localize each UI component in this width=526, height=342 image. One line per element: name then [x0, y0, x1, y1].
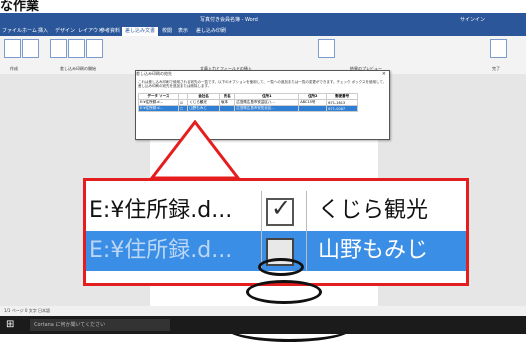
- zoom-row-1: E:¥住所録.d... ✓ くじら観光: [86, 191, 466, 231]
- divider: [261, 191, 262, 231]
- tab-mailmerge[interactable]: 差し込み印刷: [196, 27, 226, 34]
- tab-view[interactable]: 表示: [178, 27, 188, 34]
- dialog-description: これは差し込み印刷で使用される宛先の一覧です。以下のオプションを使用して、一覧へ…: [138, 80, 387, 88]
- select-recipients-button[interactable]: [68, 39, 85, 58]
- ellipse-mark: [246, 280, 322, 304]
- cell-addr1: 広島県広島市安佐北区...: [234, 105, 300, 112]
- cell-source: E:¥住所録.d...: [138, 105, 179, 112]
- edit-list-button[interactable]: [86, 39, 103, 58]
- group-start: 差し込み印刷の開始: [60, 66, 96, 71]
- tab-file[interactable]: ファイル: [2, 27, 22, 34]
- checkbox-checked[interactable]: ✓: [266, 194, 294, 226]
- divider: [306, 191, 307, 231]
- check-icon: ✓: [271, 194, 292, 222]
- row-checkbox[interactable]: ☐: [177, 105, 189, 112]
- dialog-title: 差し込み印刷の宛先: [136, 71, 389, 79]
- search-placeholder: Cortana に何か聞いてください: [34, 322, 106, 328]
- cell-addr2: [298, 105, 328, 112]
- statusbar: 1/1 ページ 0 文字 日本語: [0, 306, 526, 316]
- ribbon-tabs: ファイル ホーム 挿入 デザイン レイアウト 参考資料 差し込み文書 校閲 表示…: [0, 26, 526, 36]
- tab-insert[interactable]: 挿入: [38, 27, 48, 34]
- zoom-file: E:¥住所録.d...: [89, 198, 233, 223]
- zoom-company: くじら観光: [318, 198, 429, 223]
- tab-design[interactable]: デザイン: [55, 27, 75, 34]
- envelope-button[interactable]: [4, 39, 21, 58]
- callout-pointer: [150, 120, 240, 180]
- cell-name: [218, 105, 236, 112]
- divider: [306, 231, 307, 271]
- cell-zip: 671-0087: [326, 105, 358, 112]
- close-icon[interactable]: ×: [382, 71, 386, 77]
- tab-review[interactable]: 校閲: [162, 27, 172, 34]
- recipients-table: データ ソース 会社名 氏名 住所1 住所2 郵便番号 E:¥住所録.d... …: [138, 93, 358, 112]
- page-heading: な作業: [0, 0, 526, 13]
- window-title: 写真付き会員名簿 - Word: [200, 17, 258, 23]
- table-row[interactable]: E:¥住所録.d... ☐ 山野もみじ 広島県広島市安佐北区... 671-00…: [138, 105, 358, 112]
- tab-references[interactable]: 参考資料: [100, 27, 120, 34]
- start-mailmerge-button[interactable]: [50, 39, 67, 58]
- zoom-company: 山野もみじ: [318, 238, 429, 263]
- signin-link[interactable]: サインイン: [460, 16, 485, 23]
- cell-company: 山野もみじ: [187, 105, 220, 112]
- tab-home[interactable]: ホーム: [22, 27, 37, 34]
- status-text: 1/1 ページ 0 文字 日本語: [4, 308, 50, 313]
- ellipse-mark: [258, 258, 304, 276]
- zoom-file: E:¥住所録.d...: [89, 238, 233, 263]
- label-button[interactable]: [22, 39, 39, 58]
- group-create: 作成: [10, 66, 18, 71]
- group-finish: 完了: [492, 66, 500, 71]
- window-titlebar: 写真付き会員名簿 - Word サインイン: [0, 13, 526, 26]
- preview-results-button[interactable]: [318, 39, 335, 58]
- windows-icon[interactable]: ⊞: [6, 319, 14, 330]
- search-input[interactable]: Cortana に何か聞いてください: [30, 319, 170, 331]
- tab-mailings[interactable]: 差し込み文書: [122, 27, 159, 36]
- finish-merge-button[interactable]: [490, 39, 507, 58]
